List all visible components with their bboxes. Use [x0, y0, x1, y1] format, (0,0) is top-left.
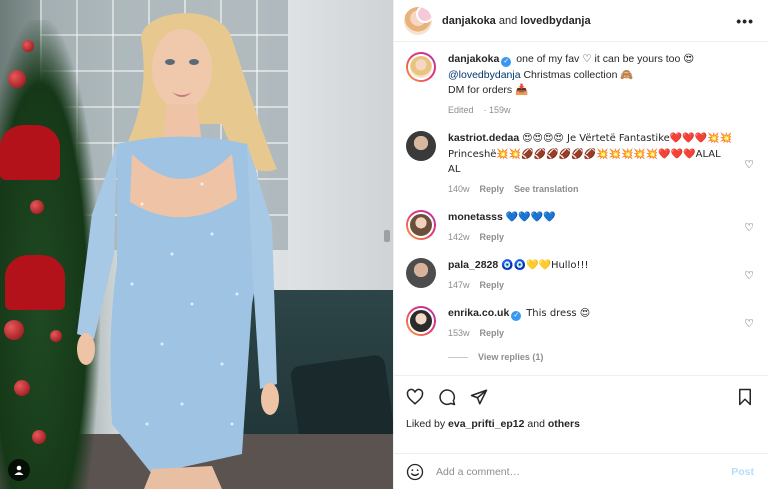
caption-avatar[interactable]	[406, 52, 436, 82]
red-bow	[5, 255, 65, 310]
caption-mention[interactable]: @lovedbydanja	[448, 69, 521, 81]
post-actions: Liked by eva_prifti_ep12 and others	[394, 375, 768, 453]
ornament	[4, 320, 24, 340]
post-side-panel: danjakoka and lovedbydanja ••• danjakoka…	[393, 0, 768, 489]
caption-line3: DM for orders 📥	[448, 84, 529, 96]
post-header: danjakoka and lovedbydanja •••	[394, 0, 768, 42]
author-username[interactable]: danjakoka	[442, 15, 496, 27]
liked-by-mid: and	[524, 418, 548, 430]
share-paper-plane-icon[interactable]	[470, 388, 488, 406]
author-avatar[interactable]	[404, 6, 432, 35]
liked-by-others[interactable]: others	[548, 418, 580, 430]
commenter-avatar[interactable]	[406, 306, 436, 336]
add-comment-bar: Add a comment… Post	[394, 453, 768, 489]
like-comment-heart-icon[interactable]: ♡	[744, 158, 754, 171]
comment-input[interactable]: Add a comment…	[436, 466, 731, 478]
more-options-icon[interactable]: •••	[736, 13, 754, 29]
commenter-avatar[interactable]	[406, 210, 436, 240]
comment-item: pala_2828 🧿🧿💛💛Hullo!!! 147w Reply ♡	[406, 258, 754, 293]
comment-username[interactable]: kastriot.dedaa	[448, 132, 519, 144]
view-replies-button[interactable]: View replies (1)	[448, 352, 754, 362]
ornament	[8, 70, 26, 88]
post-comment-button[interactable]: Post	[731, 466, 754, 478]
caption-line1: one of my fav ♡ it can be yours too 😍	[516, 53, 695, 65]
like-heart-icon[interactable]	[406, 388, 424, 406]
comment-item: enrika.co.uk ✓ This dress 😍 153w Reply ♡	[406, 306, 754, 341]
view-replies-label[interactable]: View replies (1)	[478, 352, 543, 362]
comment-text: 🧿🧿💛💛Hullo!!!	[501, 260, 589, 271]
comment-time[interactable]: 147w	[448, 280, 470, 290]
comment-item: monetasss 💙💙💙💙 142w Reply ♡	[406, 210, 754, 245]
caption-time[interactable]: 159w	[489, 105, 511, 115]
comment-bubble-icon[interactable]	[438, 388, 456, 406]
liked-by-prefix: Liked by	[406, 418, 449, 430]
reply-button[interactable]: Reply	[480, 328, 505, 338]
reply-button[interactable]: Reply	[480, 184, 505, 194]
see-translation-button[interactable]: See translation	[514, 184, 579, 194]
ornament	[32, 430, 46, 444]
commenter-avatar[interactable]	[406, 131, 436, 161]
replies-divider	[448, 356, 468, 358]
ornament	[30, 200, 44, 214]
comment-text: This dress 😍	[526, 308, 591, 319]
save-bookmark-icon[interactable]	[736, 388, 754, 406]
comment-text: 💙💙💙💙	[505, 212, 556, 223]
like-comment-heart-icon[interactable]: ♡	[744, 317, 754, 330]
liked-by-user[interactable]: eva_prifti_ep12	[448, 418, 524, 430]
door-handle	[384, 230, 390, 242]
user-tag-icon[interactable]	[8, 459, 30, 481]
and-text: and	[495, 14, 521, 27]
comment-time[interactable]: 140w	[448, 184, 470, 194]
comment-username[interactable]: monetasss	[448, 211, 503, 223]
verified-badge-icon: ✓	[511, 311, 522, 321]
liked-by: Liked by eva_prifti_ep12 and others	[406, 418, 754, 430]
caption: danjakoka ✓ one of my fav ♡ it can be you…	[406, 52, 754, 118]
edited-label: Edited	[448, 104, 474, 115]
comment-username[interactable]: pala_2828	[448, 259, 498, 271]
comment-item: kastriot.dedaa 😍😍😍😍 Je Vërtetë Fantastik…	[406, 131, 754, 197]
red-bow	[0, 125, 60, 180]
reply-button[interactable]: Reply	[480, 280, 505, 290]
comment-username[interactable]: enrika.co.uk	[448, 307, 509, 319]
ornament	[14, 380, 30, 396]
caption-line2: Christmas collection 🙈	[523, 68, 634, 81]
caption-username[interactable]: danjakoka	[448, 53, 499, 65]
ornament	[22, 40, 34, 52]
like-comment-heart-icon[interactable]: ♡	[744, 269, 754, 282]
model-figure	[77, 13, 279, 489]
emoji-smile-icon[interactable]	[406, 463, 424, 481]
post-photo[interactable]	[0, 0, 393, 489]
ornament	[50, 330, 62, 342]
commenter-avatar[interactable]	[406, 258, 436, 288]
verified-badge-icon: ✓	[501, 57, 512, 67]
comment-time[interactable]: 142w	[448, 232, 470, 242]
post-modal: danjakoka and lovedbydanja ••• danjakoka…	[0, 0, 768, 489]
post-authors: danjakoka and lovedbydanja	[442, 15, 736, 27]
like-comment-heart-icon[interactable]: ♡	[744, 221, 754, 234]
reply-button[interactable]: Reply	[480, 232, 505, 242]
comment-time[interactable]: 153w	[448, 328, 470, 338]
comments-scroll[interactable]: danjakoka ✓ one of my fav ♡ it can be you…	[394, 42, 768, 375]
coauthor-avatar[interactable]	[416, 6, 432, 23]
coauthor-username[interactable]: lovedbydanja	[520, 15, 590, 27]
